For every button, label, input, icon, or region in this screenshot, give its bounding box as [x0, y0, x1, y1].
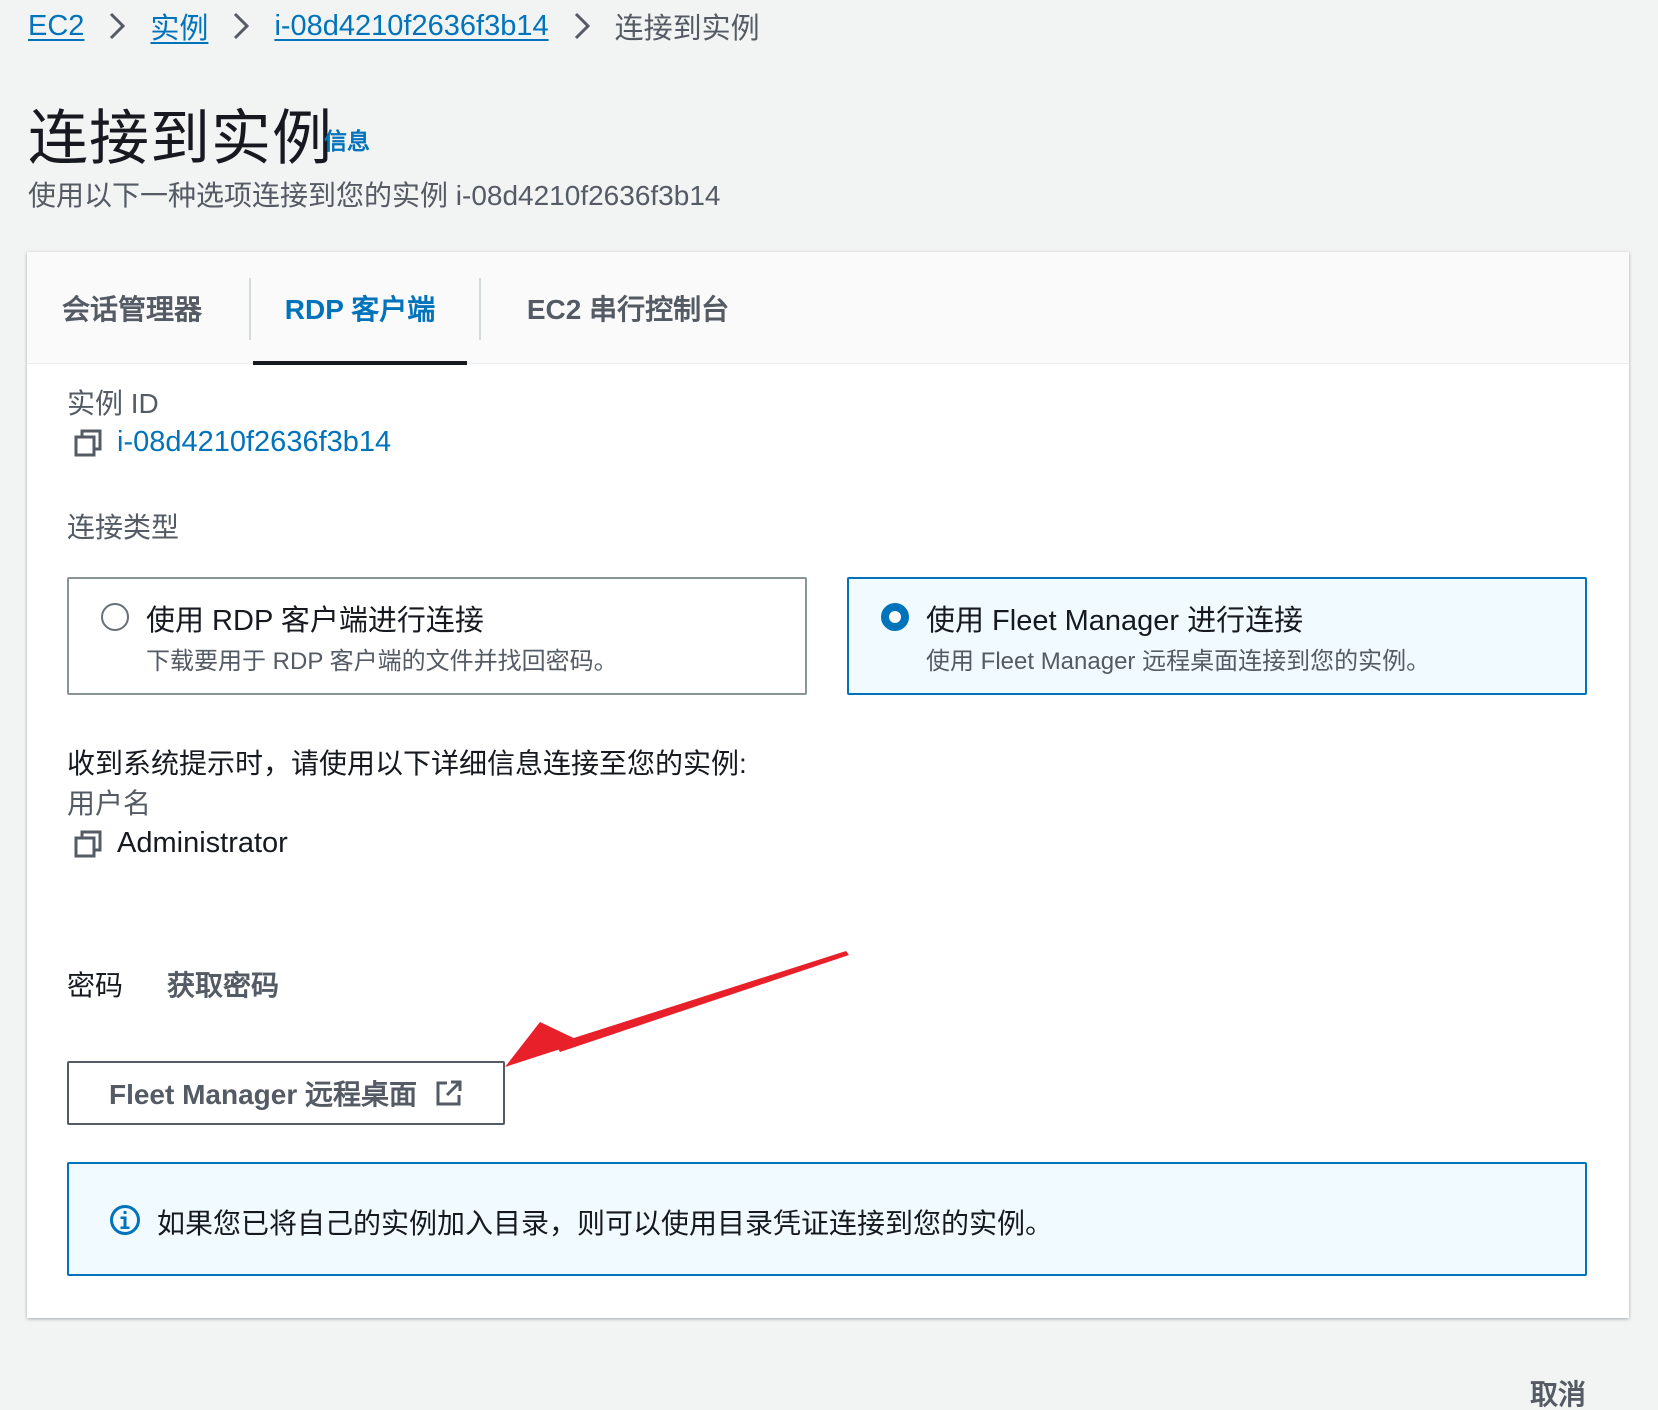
- breadcrumb: EC2 实例 i-08d4210f2636f3b14 连接到实例: [28, 6, 760, 46]
- info-circle-icon: [109, 1204, 141, 1236]
- radio-button[interactable]: [101, 603, 129, 631]
- instance-id-value[interactable]: i-08d4210f2636f3b14: [117, 426, 391, 459]
- breadcrumb-ec2[interactable]: EC2: [28, 10, 84, 43]
- breadcrumb-instances[interactable]: 实例: [150, 5, 208, 47]
- username-label: 用户名: [67, 788, 152, 819]
- password-label: 密码: [67, 970, 124, 1001]
- tab-ec2-serial-console[interactable]: EC2 串行控制台: [483, 252, 773, 364]
- tab-session-manager[interactable]: 会话管理器: [27, 252, 237, 364]
- info-alert: 如果您已将自己的实例加入目录，则可以使用目录凭证连接到您的实例。: [67, 1162, 1587, 1276]
- radio-button-selected[interactable]: [881, 603, 909, 631]
- instance-id-label: 实例 ID: [67, 388, 159, 419]
- info-alert-text: 如果您已将自己的实例加入目录，则可以使用目录凭证连接到您的实例。: [157, 1208, 1054, 1239]
- radio-option-description: 下载要用于 RDP 客户端的文件并找回密码。: [146, 648, 618, 675]
- radio-option-rdp-client[interactable]: 使用 RDP 客户端进行连接 下载要用于 RDP 客户端的文件并找回密码。: [67, 577, 807, 695]
- tab-divider: [479, 278, 481, 340]
- breadcrumb-current: 连接到实例: [614, 13, 760, 45]
- chevron-right-icon: [108, 11, 126, 41]
- tab-bar: 会话管理器 RDP 客户端 EC2 串行控制台: [27, 252, 1629, 365]
- tab-rdp-client[interactable]: RDP 客户端: [253, 252, 467, 365]
- page-title: 连接到实例: [28, 105, 333, 172]
- connect-card: 会话管理器 RDP 客户端 EC2 串行控制台 实例 ID i-08d4210f…: [27, 252, 1629, 1318]
- info-link[interactable]: 信息: [324, 122, 370, 156]
- chevron-right-icon: [573, 11, 591, 41]
- radio-option-fleet-manager[interactable]: 使用 Fleet Manager 进行连接 使用 Fleet Manager 远…: [847, 577, 1587, 695]
- tab-divider: [249, 278, 251, 340]
- get-password-link[interactable]: 获取密码: [167, 964, 279, 1004]
- radio-option-title: 使用 RDP 客户端进行连接: [146, 605, 484, 637]
- radio-option-title: 使用 Fleet Manager 进行连接: [926, 605, 1304, 637]
- cancel-button[interactable]: 取消: [1530, 1373, 1586, 1410]
- chevron-right-icon: [232, 11, 250, 41]
- connection-instructions: 收到系统提示时，请使用以下详细信息连接至您的实例:: [67, 748, 747, 779]
- copy-icon[interactable]: [73, 829, 103, 859]
- page: EC2 实例 i-08d4210f2636f3b14 连接到实例 连接到实例 信…: [0, 0, 1658, 1410]
- instance-id-row: i-08d4210f2636f3b14: [73, 426, 391, 459]
- fleet-manager-button-label: Fleet Manager 远程桌面: [108, 1079, 418, 1110]
- radio-option-description: 使用 Fleet Manager 远程桌面连接到您的实例。: [926, 648, 1431, 675]
- fleet-manager-remote-desktop-button[interactable]: Fleet Manager 远程桌面: [67, 1061, 505, 1125]
- copy-icon[interactable]: [73, 428, 103, 458]
- username-value: Administrator: [117, 827, 288, 859]
- connection-type-label: 连接类型: [67, 512, 180, 543]
- breadcrumb-instance-id[interactable]: i-08d4210f2636f3b14: [274, 10, 548, 43]
- username-row: Administrator: [73, 827, 288, 860]
- external-link-icon: [435, 1079, 463, 1107]
- page-subtitle: 使用以下一种选项连接到您的实例 i-08d4210f2636f3b14: [28, 180, 721, 211]
